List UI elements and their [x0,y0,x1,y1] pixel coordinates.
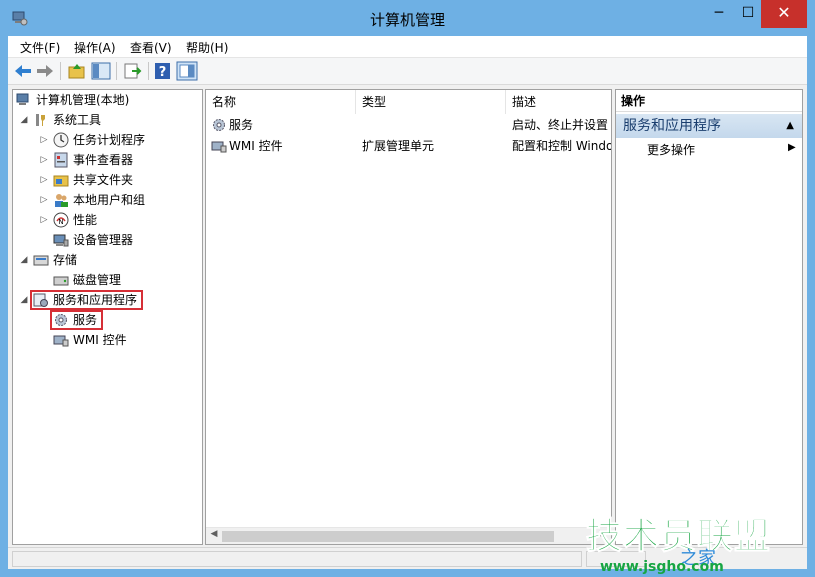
window-title: 计算机管理 [369,11,445,29]
up-folder-icon[interactable] [66,61,88,81]
toolbar: ? [8,58,807,85]
tree-label: 设备管理器 [73,233,134,247]
wmi-control-icon [211,141,227,153]
submenu-arrow-icon[interactable]: ▶ [788,142,796,153]
computer-management-icon [16,93,29,105]
cell-type: 扩展管理单元 [362,139,435,153]
menu-help[interactable]: 帮助(H) [186,39,228,56]
tree-label: 本地用户和组 [73,193,146,207]
cell-description: 配置和控制 Windo [512,139,612,153]
toolbar-separator [60,62,61,80]
event-log-icon [54,152,68,168]
tree-label: 性能 [73,213,98,227]
users-icon [55,194,68,207]
gear-icon [213,119,225,131]
watermark-logo: 技术员联盟 之家 www.jsgho.com [580,505,815,577]
toolbar-separator [116,62,117,80]
help-icon[interactable]: ? [152,61,174,81]
menu-file[interactable]: 文件(F) [20,39,60,56]
scrollbar-thumb[interactable] [222,531,554,542]
watermark-text: 技术员联盟 [585,516,772,558]
column-header-name[interactable]: 名称 [206,90,356,114]
tree-label: WMI 控件 [73,333,127,347]
collapsed-arrow-icon[interactable]: ▷ [39,150,49,170]
more-actions-label: 更多操作 [647,143,696,157]
clock-icon [53,132,69,148]
client-area: 文件(F) 操作(A) 查看(V) 帮助(H) ? 计算机管理(本地) ◢ 系统… [8,36,807,569]
wmi-control-icon [53,335,69,347]
title-bar[interactable]: 计算机管理 ─ ☐ ✕ [0,0,815,36]
tree-label: 磁盘管理 [73,273,122,287]
menu-action[interactable]: 操作(A) [74,39,116,56]
collapsed-arrow-icon[interactable]: ▷ [39,170,49,190]
list-row[interactable]: 服务 启动、终止并设置 [206,115,611,136]
console-tree-pane: 计算机管理(本地) ◢ 系统工具 ▷ 任务计划程序 ▷ 事件查看器 ▷ 共享文件… [12,89,203,545]
performance-icon: N [53,212,69,228]
device-manager-icon [53,234,69,247]
tree-label: 存储 [53,253,78,267]
expanded-arrow-icon[interactable]: ◢ [19,110,29,130]
export-list-icon[interactable] [122,61,144,81]
toolbar-separator [148,62,149,80]
tree-label: 共享文件夹 [73,173,134,187]
collapsed-arrow-icon[interactable]: ▷ [39,190,49,210]
shared-folder-icon [53,175,69,187]
column-header-type[interactable]: 类型 [356,90,506,114]
maximize-button[interactable]: ☐ [735,0,761,28]
cell-name: WMI 控件 [229,139,283,153]
actions-pane: 操作 服务和应用程序 ▲ 更多操作 ▶ [615,89,803,545]
forward-arrow-icon[interactable] [34,61,56,81]
close-button[interactable]: ✕ [761,0,807,28]
minimize-button[interactable]: ─ [703,0,735,28]
actions-section-services-apps[interactable]: 服务和应用程序 ▲ [616,114,802,138]
menu-bar: 文件(F) 操作(A) 查看(V) 帮助(H) [8,36,807,58]
svg-text:N: N [58,218,63,226]
highlight-box-services [50,310,103,330]
storage-icon [33,255,49,266]
expanded-arrow-icon[interactable]: ◢ [19,290,29,310]
horizontal-scrollbar[interactable]: ◀ ▶ [206,527,611,544]
cell-name: 服务 [229,118,254,132]
computer-management-window: 计算机管理 ─ ☐ ✕ 文件(F) 操作(A) 查看(V) 帮助(H) ? 计算… [0,0,815,577]
result-list-pane: 名称 类型 描述 服务 启动、终止并设置 WMI 控件 扩展管理单元 配置和控制… [205,89,612,545]
show-hide-action-pane-icon[interactable] [176,61,198,81]
column-header-description[interactable]: 描述 [506,90,611,114]
tree-label: 事件查看器 [73,153,134,167]
highlight-box-services-apps [30,290,143,310]
watermark-url: www.jsgho.com [600,559,724,575]
list-row[interactable]: WMI 控件 扩展管理单元 配置和控制 Windo [206,136,611,157]
tree-label: 任务计划程序 [73,133,146,147]
status-segment [12,551,582,567]
collapsed-arrow-icon[interactable]: ▷ [39,210,49,230]
menu-view[interactable]: 查看(V) [130,39,172,56]
tree-label: 系统工具 [53,113,102,127]
tools-icon [36,114,45,126]
cell-description: 启动、终止并设置 [512,118,609,132]
more-actions-item[interactable]: 更多操作 [647,141,695,158]
scroll-left-icon[interactable]: ◀ [207,529,221,539]
svg-text:?: ? [159,65,167,80]
disk-icon [53,276,69,286]
actions-header: 操作 [616,90,802,112]
tree-label: 计算机管理(本地) [36,93,130,107]
show-hide-console-tree-icon[interactable] [90,61,112,81]
collapsed-arrow-icon[interactable]: ▷ [39,130,49,150]
actions-section-label: 服务和应用程序 [623,118,721,134]
collapse-up-icon[interactable]: ▲ [786,114,794,138]
back-arrow-icon[interactable] [12,61,34,81]
expanded-arrow-icon[interactable]: ◢ [19,250,29,270]
